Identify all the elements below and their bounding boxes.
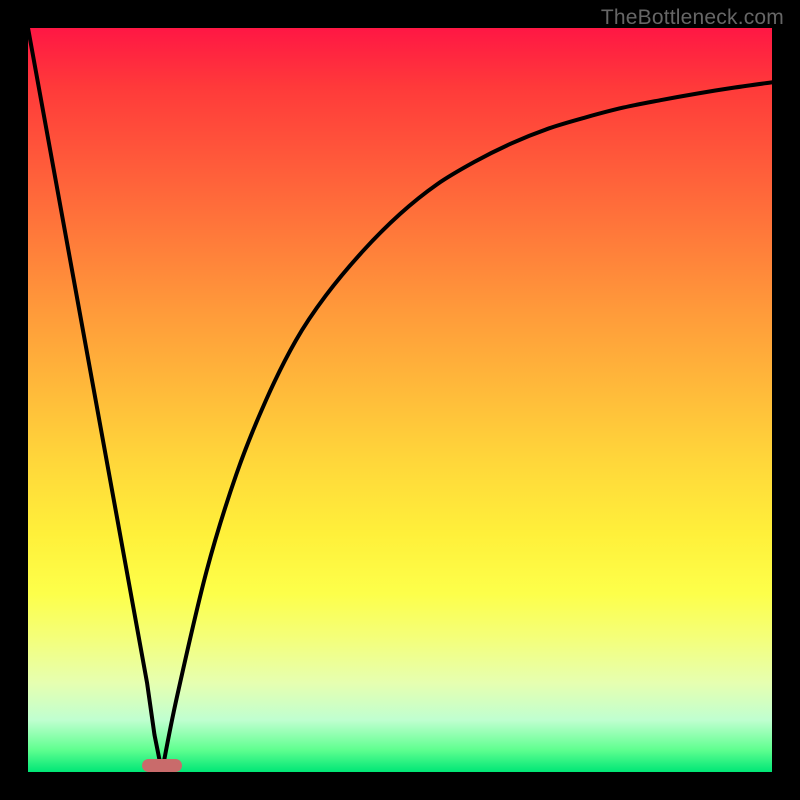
bottleneck-marker: [142, 759, 182, 772]
curve-overlay: [28, 28, 772, 772]
left-branch-path: [28, 28, 162, 772]
right-branch-path: [162, 82, 772, 772]
watermark-text: TheBottleneck.com: [601, 6, 784, 30]
